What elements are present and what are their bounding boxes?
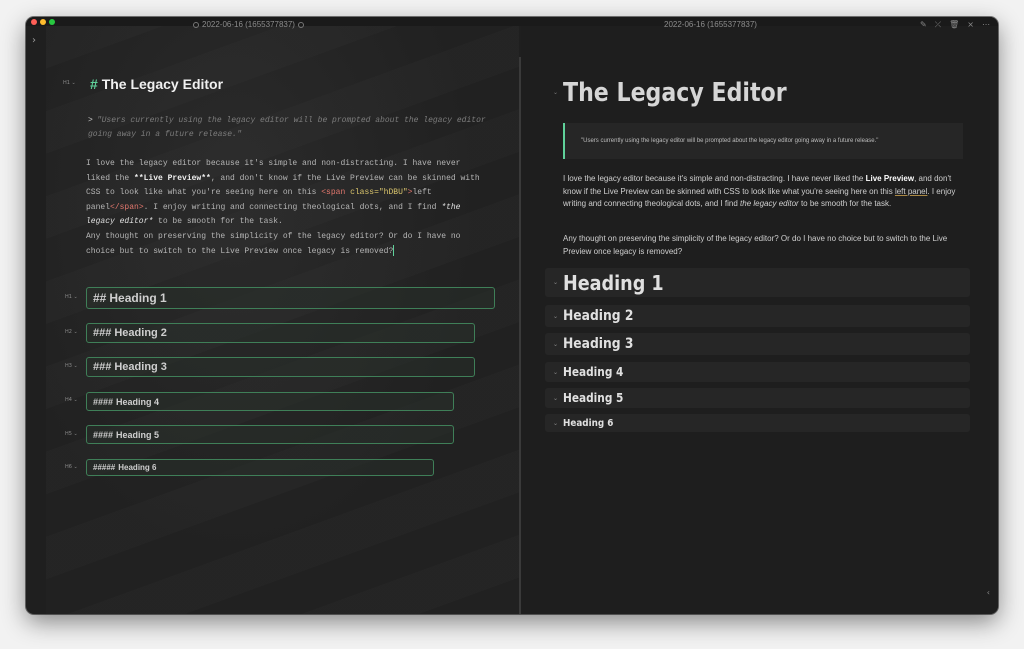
preview-blockquote: "Users currently using the legacy editor… — [563, 123, 963, 159]
editor-title-text: The Legacy Editor — [101, 76, 224, 92]
fold-icon[interactable]: ⌄ — [553, 279, 558, 286]
preview-paragraph-1: I love the legacy editor because it's si… — [563, 174, 956, 208]
preview-heading-6[interactable]: ⌄ Heading 6 — [545, 414, 970, 432]
heading-level-tag: H4 ⌄ — [65, 397, 78, 403]
editor-heading-4[interactable]: #### Heading 4 — [86, 392, 454, 411]
nav-forward-icon[interactable] — [297, 21, 304, 28]
maximize-window-button[interactable] — [49, 19, 55, 25]
editor-heading-3[interactable]: ### Heading 3 — [86, 357, 475, 377]
preview-heading-3[interactable]: ⌄ Heading 3 — [545, 333, 970, 355]
editor-blockquote[interactable]: > "Users currently using the legacy edito… — [88, 114, 498, 142]
preview-heading-4[interactable]: ⌄ Heading 4 — [545, 362, 970, 382]
pencil-icon[interactable]: ✎ — [920, 20, 927, 30]
heading-level-tag: H1 ⌄ — [65, 294, 78, 300]
preview-tab-title[interactable]: 2022-06-16 (1655377837) — [664, 20, 757, 29]
fold-icon[interactable]: ⌄ — [553, 369, 558, 376]
text-cursor — [393, 244, 395, 256]
left-panel-link[interactable]: left panel — [895, 187, 927, 196]
fold-icon[interactable]: ⌄ — [553, 89, 558, 96]
preview-title: The Legacy Editor — [563, 78, 787, 108]
view-actions: ✎ ⤫ 🗑 × ⋯ — [920, 20, 990, 30]
heading-level-tag: H6 ⌄ — [65, 464, 78, 470]
fold-icon[interactable]: ⌄ — [553, 420, 558, 427]
preview-heading-1[interactable]: ⌄ Heading 1 — [545, 268, 970, 297]
trash-icon[interactable]: 🗑 — [949, 20, 959, 30]
preview-tab-label: 2022-06-16 (1655377837) — [664, 20, 757, 29]
editor-paragraph-2[interactable]: Any thought on preserving the simplicity… — [86, 230, 488, 259]
quote-marker: > — [88, 116, 93, 125]
fold-icon[interactable]: ⌄ — [553, 341, 558, 348]
unlink-icon[interactable]: ⤫ — [935, 20, 941, 30]
editor-tab-title[interactable]: 2022-06-16 (1655377837) — [190, 20, 307, 29]
editor-tab-label: 2022-06-16 (1655377837) — [202, 20, 295, 29]
nav-back-icon[interactable] — [193, 21, 199, 28]
heading-level-tag: H3 ⌄ — [65, 363, 78, 369]
fold-icon[interactable]: ⌄ — [72, 80, 76, 86]
heading-level-tag: H1 ⌄ — [63, 80, 76, 86]
collapse-panel-icon[interactable]: ‹ — [987, 588, 990, 597]
title-bar — [26, 17, 998, 26]
editor-title[interactable]: # The Legacy Editor — [90, 76, 223, 92]
heading-level-tag: H5 ⌄ — [65, 431, 78, 437]
editor-heading-5[interactable]: #### Heading 5 — [86, 425, 454, 444]
close-icon[interactable]: × — [967, 20, 974, 30]
fold-icon[interactable]: ⌄ — [553, 395, 558, 402]
editor-paragraph-1[interactable]: I love the legacy editor because it's si… — [86, 157, 488, 230]
minimize-window-button[interactable] — [40, 19, 46, 25]
fold-icon[interactable]: ⌄ — [553, 313, 558, 320]
editor-heading-1[interactable]: ## Heading 1 — [86, 287, 495, 309]
heading-level-tag: H2 ⌄ — [65, 329, 78, 335]
editor-heading-6[interactable]: ##### Heading 6 — [86, 459, 434, 476]
sidebar-toggle-icon[interactable]: › — [32, 35, 36, 46]
preview-heading-5[interactable]: ⌄ Heading 5 — [545, 388, 970, 408]
close-window-button[interactable] — [31, 19, 37, 25]
more-icon[interactable]: ⋯ — [982, 20, 990, 30]
preview-paragraph-2: Any thought on preserving the simplicity… — [563, 234, 948, 256]
preview-heading-2[interactable]: ⌄ Heading 2 — [545, 305, 970, 327]
editor-quote-text: "Users currently using the legacy editor… — [88, 116, 486, 139]
editor-heading-2[interactable]: ### Heading 2 — [86, 323, 475, 343]
heading-hash-mark: # — [90, 76, 98, 92]
